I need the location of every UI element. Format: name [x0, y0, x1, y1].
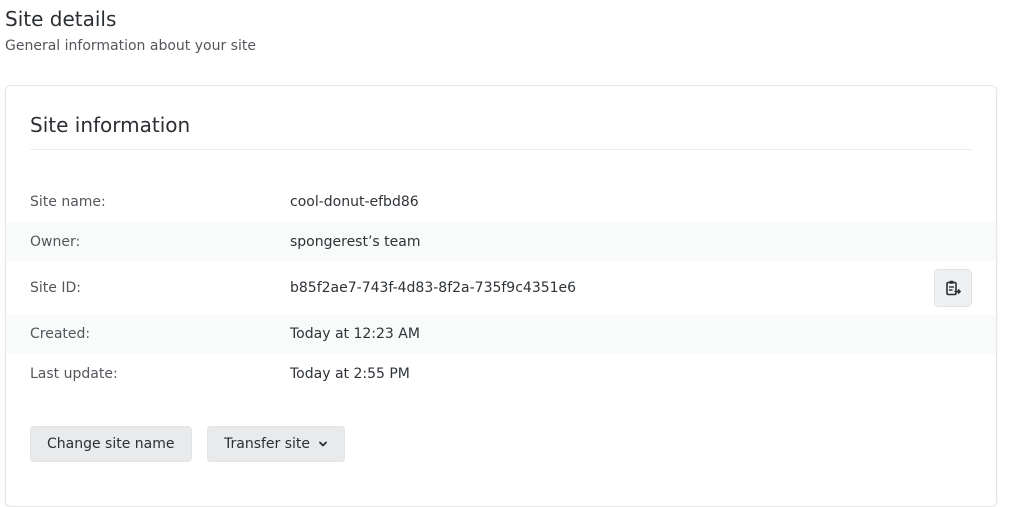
clipboard-copy-icon [946, 280, 962, 296]
row-site-name: Site name: cool-donut-efbd86 [6, 182, 996, 222]
row-last-update: Last update: Today at 2:55 PM [6, 354, 996, 394]
transfer-site-label: Transfer site [224, 436, 311, 452]
card-title: Site information [30, 113, 191, 137]
page-header: Site details General information about y… [5, 6, 256, 55]
change-site-name-button[interactable]: Change site name [30, 426, 192, 462]
row-label: Last update: [30, 366, 118, 382]
row-label: Site name: [30, 194, 106, 210]
site-name-value: cool-donut-efbd86 [290, 194, 419, 210]
row-label: Owner: [30, 234, 81, 250]
page-subtitle: General information about your site [5, 38, 256, 54]
site-id-value: b85f2ae7-743f-4d83-8f2a-735f9c4351e6 [290, 280, 577, 296]
card-divider [30, 149, 972, 150]
page-title: Site details [5, 7, 117, 31]
row-owner: Owner: spongerest’s team [6, 222, 996, 262]
site-information-card: Site information Site name: cool-donut-e… [5, 85, 997, 507]
copy-site-id-button[interactable] [934, 269, 972, 307]
row-site-id: Site ID: b85f2ae7-743f-4d83-8f2a-735f9c4… [6, 262, 996, 314]
row-created: Created: Today at 12:23 AM [6, 314, 996, 354]
transfer-site-button[interactable]: Transfer site [207, 426, 346, 462]
row-label: Site ID: [30, 280, 81, 296]
last-update-value: Today at 2:55 PM [290, 366, 410, 382]
row-label: Created: [30, 326, 91, 342]
owner-value: spongerest’s team [290, 234, 421, 250]
change-site-name-label: Change site name [47, 436, 175, 452]
chevron-down-icon [318, 439, 328, 449]
created-value: Today at 12:23 AM [290, 326, 420, 342]
